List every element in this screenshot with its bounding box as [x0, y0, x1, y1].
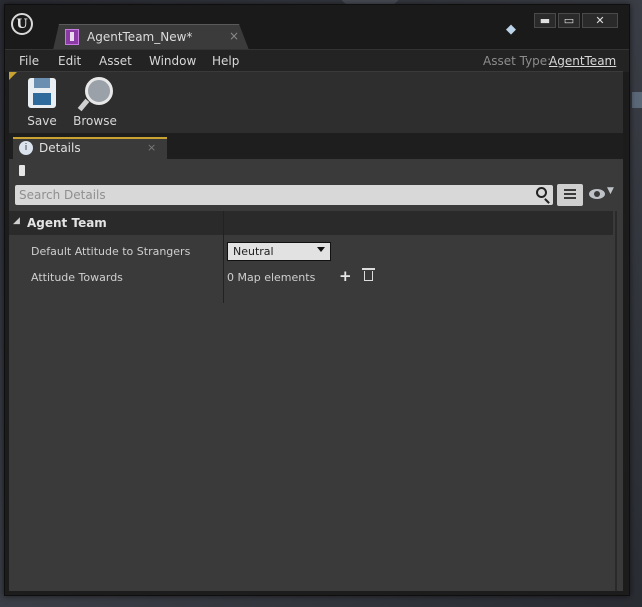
dropdown-arrow-icon [317, 247, 325, 252]
toolbar-corner-accent [9, 72, 17, 80]
attitude-dropdown[interactable]: Neutral [227, 242, 331, 261]
scrollbar[interactable] [615, 211, 617, 591]
property-row-attitude-towards: Attitude Towards 0 Map elements + [9, 265, 613, 291]
asset-editor-window: U AgentTeam_New* × ◆ ▬ ▭ ✕ File Edit Ass… [4, 4, 630, 596]
property-row-default-attitude: Default Attitude to Strangers Neutral [9, 239, 613, 265]
menu-file[interactable]: File [19, 54, 39, 68]
panel-tab-row: i Details × [9, 133, 623, 159]
eye-icon[interactable] [589, 189, 605, 199]
menu-asset[interactable]: Asset [99, 54, 132, 68]
save-label: Save [27, 114, 57, 128]
help-icon[interactable]: ◆ [503, 23, 519, 37]
asset-type-label: Asset Type: [483, 54, 552, 68]
collapse-arrow-icon[interactable]: ◢ [13, 216, 20, 226]
agent-team-asset-icon [65, 29, 79, 45]
property-label: Attitude Towards [31, 271, 123, 284]
document-tab-title: AgentTeam_New* [87, 30, 193, 44]
dropdown-value: Neutral [233, 245, 274, 258]
category-title: Agent Team [27, 216, 107, 230]
details-info-icon: i [19, 141, 33, 155]
browse-label: Browse [73, 114, 117, 128]
save-icon [26, 76, 58, 110]
maximize-button[interactable]: ▭ [558, 13, 580, 28]
background-accent [632, 92, 642, 108]
search-input[interactable] [19, 187, 519, 203]
trash-icon[interactable] [362, 268, 375, 281]
save-button[interactable]: Save [18, 76, 66, 128]
close-details-tab-icon[interactable]: × [147, 141, 156, 154]
menu-help[interactable]: Help [212, 54, 239, 68]
search-box [15, 185, 553, 205]
add-element-icon[interactable]: + [339, 269, 352, 284]
menu-edit[interactable]: Edit [58, 54, 81, 68]
search-icon[interactable] [536, 187, 547, 198]
document-tab[interactable]: AgentTeam_New* × [53, 24, 249, 50]
browse-icon [77, 76, 113, 112]
details-panel: ▼ ◢ Agent Team Default Attitude to Stran… [9, 159, 623, 591]
title-bar[interactable]: U AgentTeam_New* × ◆ ▬ ▭ ✕ [5, 5, 629, 50]
view-options-button[interactable] [557, 184, 583, 206]
chevron-down-icon[interactable]: ▼ [607, 186, 614, 196]
menu-window[interactable]: Window [149, 54, 196, 68]
toolbar: Save Browse [9, 71, 623, 134]
asset-type-link[interactable]: AgentTeam [549, 54, 616, 68]
close-window-button[interactable]: ✕ [582, 13, 618, 28]
unreal-logo-icon: U [11, 13, 33, 35]
map-element-count: 0 Map elements [227, 271, 316, 284]
minimize-button[interactable]: ▬ [534, 13, 556, 28]
category-header-agent-team[interactable]: ◢ Agent Team [9, 211, 613, 235]
property-label: Default Attitude to Strangers [31, 245, 191, 258]
details-tab-label: Details [39, 141, 81, 155]
tab-details[interactable]: i Details × [13, 137, 167, 159]
menu-bar: File Edit Asset Window Help Asset Type: … [5, 49, 629, 72]
asset-object-icon [19, 165, 25, 176]
close-tab-icon[interactable]: × [229, 29, 239, 43]
browse-button[interactable]: Browse [71, 76, 119, 128]
